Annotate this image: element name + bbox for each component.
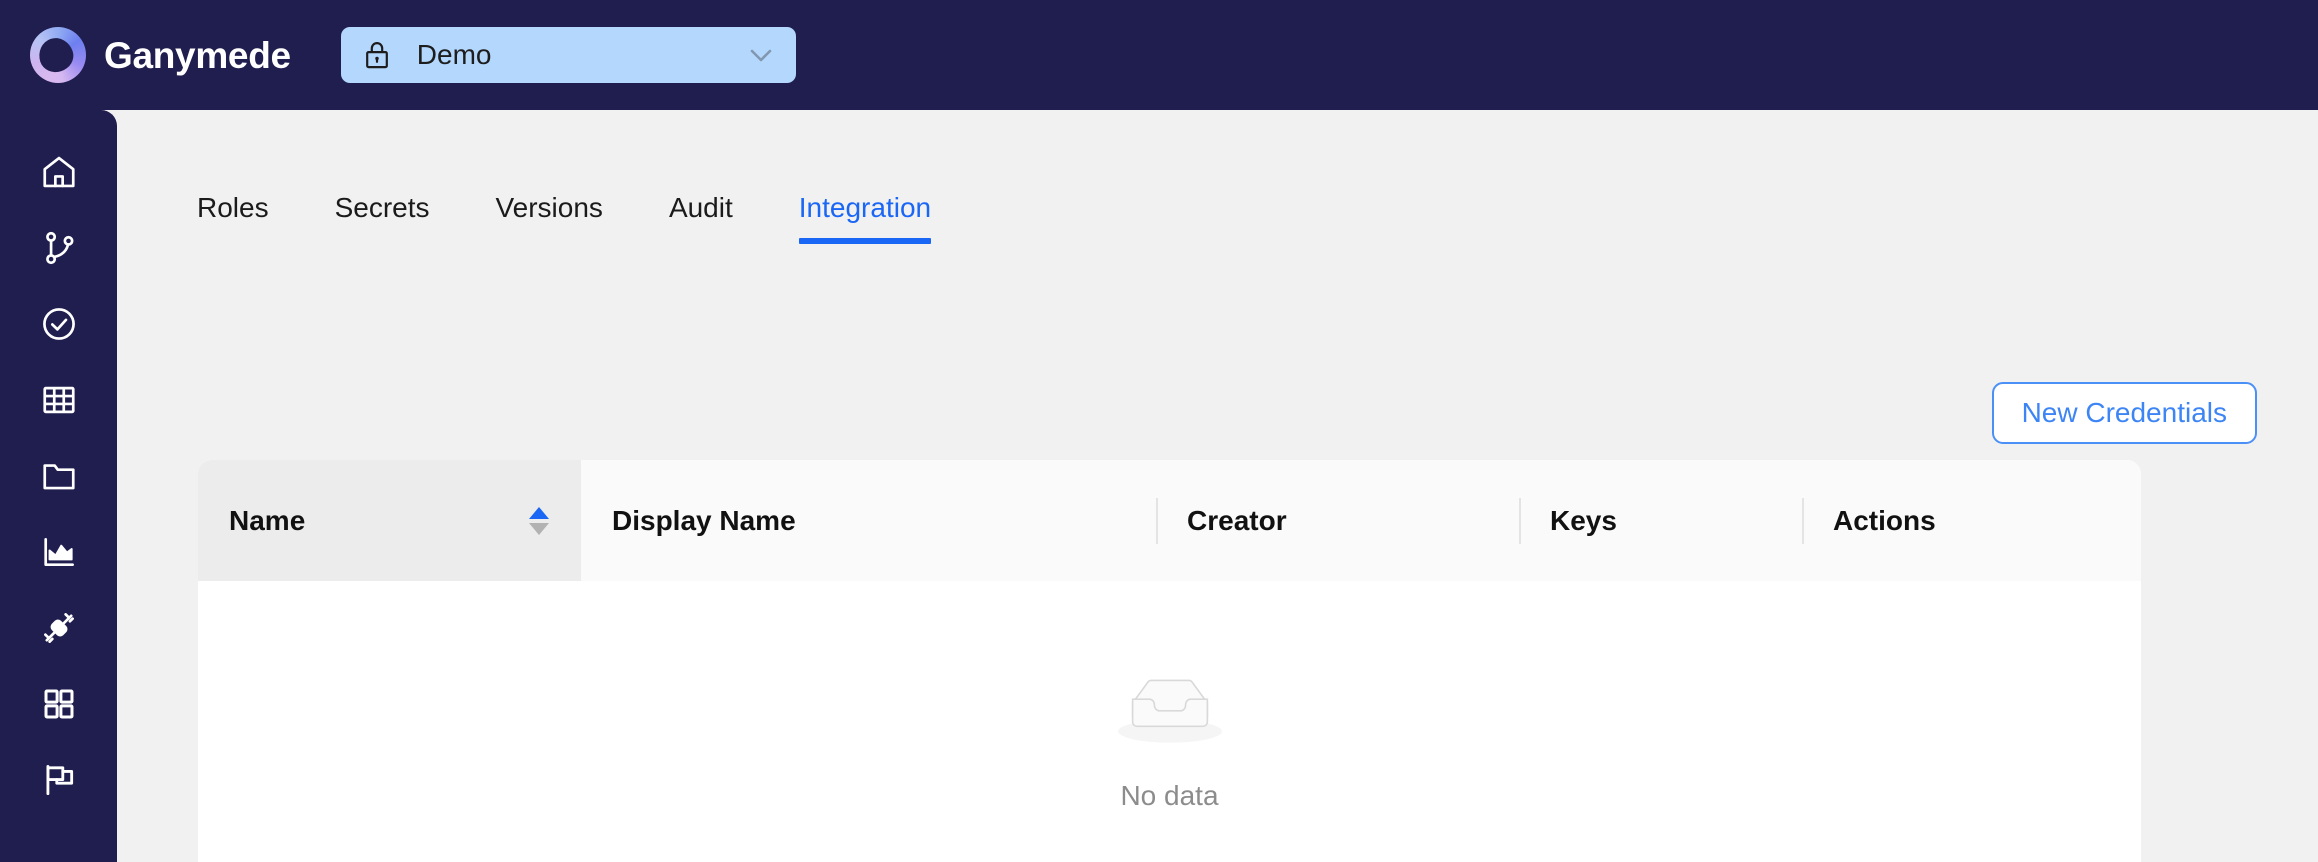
empty-state: No data (1117, 669, 1222, 812)
column-header-name[interactable]: Name (198, 460, 581, 581)
credentials-table: Name Display Name Creator Keys Actions N… (198, 460, 2141, 862)
tab-audit[interactable]: Audit (636, 172, 766, 244)
table-header-row: Name Display Name Creator Keys Actions (198, 460, 2141, 581)
column-header-display-name-label: Display Name (612, 504, 796, 536)
sidebar-item-home[interactable] (28, 152, 90, 192)
tab-versions[interactable]: Versions (463, 172, 636, 244)
table-header: Name Display Name Creator Keys Actions (198, 460, 2141, 581)
brand-name: Ganymede (104, 34, 291, 76)
column-header-actions-label: Actions (1833, 504, 1936, 536)
column-header-keys[interactable]: Keys (1519, 460, 1802, 581)
caret-up-icon[interactable] (529, 506, 549, 519)
tab-integration[interactable]: Integration (766, 172, 964, 244)
plug-icon (40, 609, 78, 647)
tab-roles[interactable]: Roles (197, 172, 302, 244)
branch-icon (40, 229, 78, 267)
table-empty-row: No data (198, 581, 2141, 862)
empty-state-text: No data (1120, 779, 1219, 811)
sidebar-item-connections[interactable] (28, 608, 90, 648)
top-header: Ganymede Demo (0, 0, 2318, 110)
apps-grid-icon (40, 685, 78, 723)
table-toolbar: New Credentials (1991, 382, 2257, 444)
new-credentials-button[interactable]: New Credentials (1991, 382, 2257, 444)
sort-toggle-name[interactable] (529, 506, 549, 535)
area-chart-icon (40, 533, 78, 571)
flag-icon (40, 761, 78, 799)
caret-down-icon[interactable] (529, 522, 549, 535)
empty-inbox-icon (1117, 669, 1222, 758)
ganymede-ring-logo-icon (30, 27, 86, 83)
workspace-selector[interactable]: Demo (340, 27, 796, 83)
brand-logo[interactable]: Ganymede (30, 27, 291, 83)
sidebar-item-tasks[interactable] (28, 304, 90, 344)
tab-secrets[interactable]: Secrets (302, 172, 463, 244)
credentials-table-card: Name Display Name Creator Keys Actions N… (198, 460, 2141, 862)
column-header-keys-label: Keys (1550, 504, 1617, 536)
column-header-name-label: Name (229, 504, 306, 536)
tab-bar: Roles Secrets Versions Audit Integration (197, 172, 964, 244)
workspace-name: Demo (416, 39, 492, 70)
column-header-creator-label: Creator (1187, 504, 1287, 536)
sidebar-nav (0, 110, 117, 862)
lock-icon (363, 40, 391, 70)
sidebar-item-tables[interactable] (28, 380, 90, 420)
app-root: Ganymede Demo Roles Secrets Versions Aud… (0, 0, 2318, 862)
home-icon (40, 153, 78, 191)
empty-state-cell: No data (198, 581, 2141, 862)
table-body: No data (198, 581, 2141, 862)
check-circle-icon (40, 305, 78, 343)
column-header-creator[interactable]: Creator (1156, 460, 1519, 581)
sidebar-item-apps[interactable] (28, 684, 90, 724)
sidebar-item-analytics[interactable] (28, 532, 90, 572)
sidebar-item-environments[interactable] (28, 760, 90, 800)
sidebar-item-flows[interactable] (28, 228, 90, 268)
main-content: Roles Secrets Versions Audit Integration… (117, 110, 2318, 862)
sidebar-item-files[interactable] (28, 456, 90, 496)
table-icon (40, 381, 78, 419)
column-header-display-name[interactable]: Display Name (581, 460, 1156, 581)
folder-icon (40, 457, 78, 495)
column-header-actions[interactable]: Actions (1802, 460, 2141, 581)
chevron-down-icon[interactable] (746, 45, 776, 65)
